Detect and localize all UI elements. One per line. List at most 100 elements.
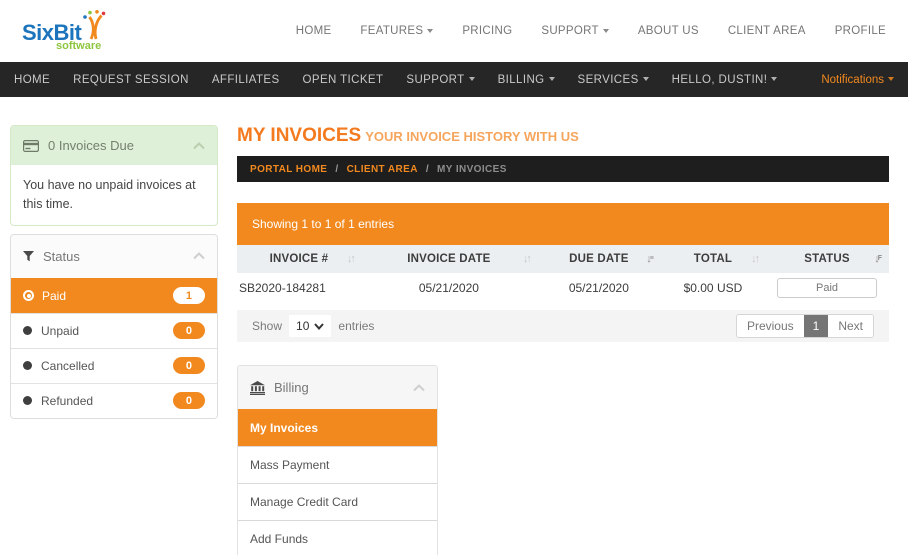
status-label: Refunded — [41, 393, 94, 408]
dot-icon — [23, 361, 32, 370]
billing-menu-manage-credit-card[interactable]: Manage Credit Card — [238, 483, 437, 520]
chevron-up-icon[interactable] — [193, 141, 205, 150]
show-label: Show — [252, 319, 283, 333]
caret-down-icon — [771, 77, 778, 82]
status-count-badge: 0 — [172, 392, 205, 409]
logo-figure-icon — [82, 10, 106, 44]
status-filter-refunded[interactable]: Refunded 0 — [11, 382, 217, 418]
page-size-select[interactable]: 10 — [289, 315, 332, 337]
billing-menu-title: Billing — [274, 380, 309, 395]
breadcrumb: PORTAL HOME / CLIENT AREA / MY INVOICES — [237, 156, 889, 182]
breadcrumb-portal-home[interactable]: PORTAL HOME — [250, 164, 327, 175]
invoices-due-panel: 0 Invoices Due You have no unpaid invoic… — [10, 125, 218, 226]
next-page-button[interactable]: Next — [828, 315, 873, 337]
pager: Previous 1 Next — [735, 314, 874, 338]
nav-billing[interactable]: BILLING — [498, 74, 555, 86]
logo[interactable]: SixBit software — [22, 10, 106, 52]
status-filter-panel: Status Paid 1 Unpaid 0 Cancelled 0 Refun… — [10, 233, 218, 419]
status-filter-header[interactable]: Status — [11, 234, 217, 278]
status-filter-title: Status — [43, 248, 80, 264]
notifications-menu[interactable]: Notifications — [821, 74, 894, 86]
breadcrumb-separator: / — [335, 163, 339, 175]
column-header-total[interactable]: TOTAL ↓↑ — [661, 245, 765, 273]
top-nav-client-area[interactable]: CLIENT AREA — [728, 25, 806, 37]
status-label: Paid — [42, 288, 67, 303]
status-count-badge: 0 — [172, 322, 205, 339]
chevron-up-icon[interactable] — [413, 383, 425, 392]
pagination-bar: Show 10 entries Previous 1 Next — [237, 310, 889, 342]
billing-menu-mass-payment[interactable]: Mass Payment — [238, 446, 437, 483]
nav-request-session[interactable]: REQUEST SESSION — [73, 74, 189, 86]
top-nav-features[interactable]: FEATURES — [360, 25, 434, 37]
chevron-down-icon — [314, 322, 325, 330]
top-nav: HOME FEATURES PRICING SUPPORT ABOUT US C… — [296, 25, 886, 37]
nav-home[interactable]: HOME — [14, 74, 50, 86]
top-nav-about-us[interactable]: ABOUT US — [638, 25, 699, 37]
previous-page-button[interactable]: Previous — [736, 315, 804, 337]
chevron-up-icon[interactable] — [193, 252, 205, 260]
breadcrumb-client-area[interactable]: CLIENT AREA — [347, 164, 418, 175]
nav-services[interactable]: SERVICES — [578, 74, 649, 86]
invoices-due-header[interactable]: 0 Invoices Due — [11, 126, 217, 165]
top-nav-pricing[interactable]: PRICING — [462, 25, 512, 37]
status-filter-unpaid[interactable]: Unpaid 0 — [11, 312, 217, 348]
sidebar: 0 Invoices Due You have no unpaid invoic… — [10, 125, 218, 555]
caret-down-icon — [468, 77, 475, 82]
sort-alpha-icon[interactable]: ↓F — [874, 253, 882, 265]
nav-support[interactable]: SUPPORT — [406, 74, 475, 86]
cell-due-date: 05/21/2020 — [568, 281, 629, 295]
status-count-badge: 0 — [172, 357, 205, 374]
column-header-status[interactable]: STATUS ↓F — [765, 245, 889, 273]
page-title: MY INVOICES YOUR INVOICE HISTORY WITH US — [237, 125, 579, 146]
cell-invoice-number: SB2020-184281 — [239, 281, 326, 295]
secondary-nav: HOME REQUEST SESSION AFFILIATES OPEN TIC… — [0, 62, 908, 97]
column-header-due-date[interactable]: DUE DATE ↓≡ — [537, 245, 661, 273]
caret-down-icon — [642, 77, 649, 82]
invoices-due-title: 0 Invoices Due — [48, 138, 134, 153]
sort-amount-icon[interactable]: ↓≡ — [646, 253, 654, 265]
caret-down-icon — [888, 77, 894, 82]
showing-entries-text: Showing 1 to 1 of 1 entries — [252, 217, 395, 231]
status-filter-cancelled[interactable]: Cancelled 0 — [11, 347, 217, 383]
cell-total: $0.00 USD — [683, 281, 743, 295]
dot-circle-icon — [23, 290, 34, 301]
column-header-invoice-number[interactable]: INVOICE # ↓↑ — [237, 245, 361, 273]
invoices-due-message: You have no unpaid invoices at this time… — [23, 178, 196, 211]
sort-icon[interactable]: ↓↑ — [523, 253, 532, 265]
top-nav-profile[interactable]: PROFILE — [835, 25, 886, 37]
billing-menu-panel: Billing My Invoices Mass Payment Manage … — [237, 365, 438, 555]
column-header-invoice-date[interactable]: INVOICE DATE ↓↑ — [361, 245, 537, 273]
billing-menu-add-funds[interactable]: Add Funds — [238, 520, 437, 555]
status-label: Cancelled — [41, 358, 95, 373]
table-row[interactable]: SB2020-184281 05/21/2020 05/21/2020 $0.0… — [237, 273, 889, 303]
cell-invoice-date: 05/21/2020 — [418, 281, 479, 295]
logo-tagline: software — [56, 40, 102, 52]
breadcrumb-current: MY INVOICES — [437, 163, 507, 175]
invoices-table-header: INVOICE # ↓↑ INVOICE DATE ↓↑ DUE DATE ↓≡… — [237, 245, 889, 273]
dot-icon — [23, 396, 32, 405]
page-size-value: 10 — [296, 319, 310, 333]
status-filter-paid[interactable]: Paid 1 — [11, 277, 217, 313]
current-page-button[interactable]: 1 — [803, 315, 829, 337]
billing-menu-header[interactable]: Billing — [238, 366, 437, 409]
cell-status: Paid — [765, 278, 889, 298]
nav-user-menu[interactable]: HELLO, DUSTIN! — [672, 74, 778, 86]
paid-status-button[interactable]: Paid — [777, 278, 878, 298]
caret-down-icon — [427, 28, 434, 33]
entries-label: entries — [338, 319, 375, 333]
sort-icon[interactable]: ↓↑ — [347, 253, 356, 265]
billing-menu-my-invoices[interactable]: My Invoices — [238, 409, 437, 446]
caret-down-icon — [602, 28, 609, 33]
breadcrumb-separator: / — [425, 163, 430, 175]
top-nav-support[interactable]: SUPPORT — [541, 25, 609, 37]
invoices-table: INVOICE # ↓↑ INVOICE DATE ↓↑ DUE DATE ↓≡… — [237, 245, 889, 303]
nav-affiliates[interactable]: AFFILIATES — [212, 74, 280, 86]
main-content: MY INVOICES YOUR INVOICE HISTORY WITH US … — [237, 125, 889, 555]
status-count-badge: 1 — [172, 287, 205, 304]
page-size-group: Show 10 entries — [252, 315, 374, 337]
sort-icon[interactable]: ↓↑ — [751, 253, 760, 265]
credit-card-icon — [23, 139, 39, 152]
top-nav-home[interactable]: HOME — [296, 25, 332, 37]
nav-open-ticket[interactable]: OPEN TICKET — [303, 74, 384, 86]
filter-icon — [23, 250, 34, 262]
